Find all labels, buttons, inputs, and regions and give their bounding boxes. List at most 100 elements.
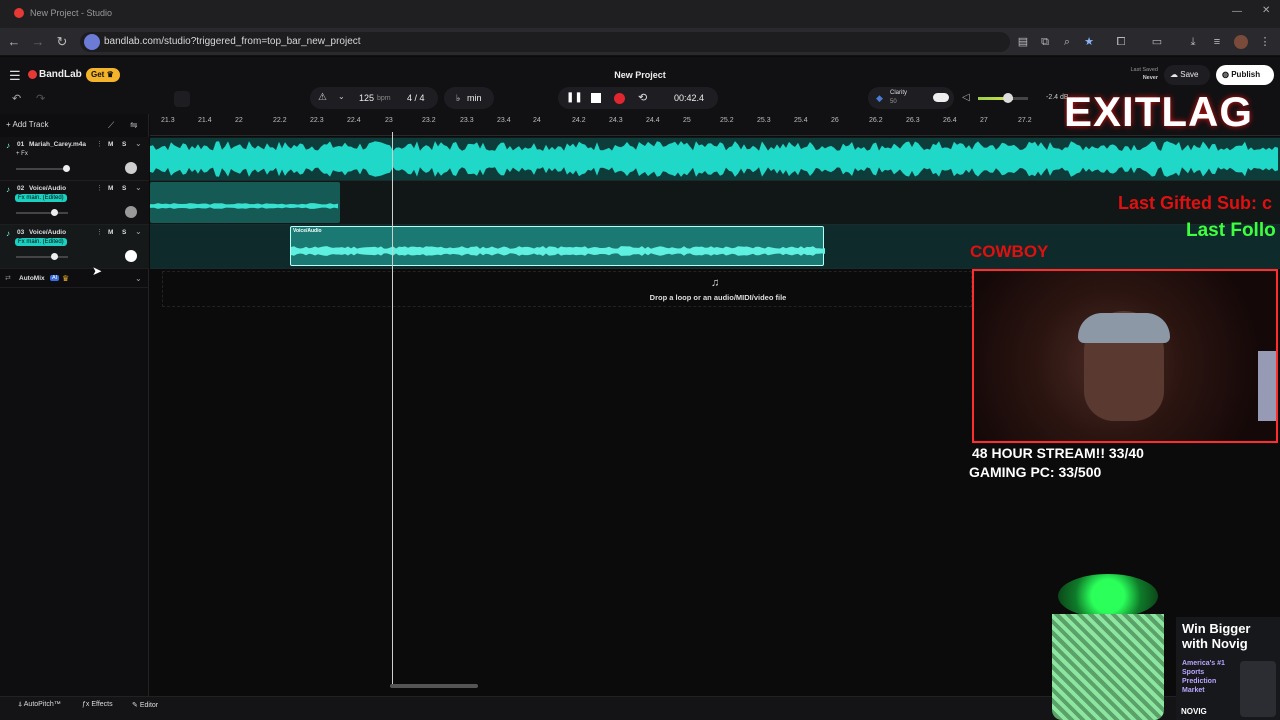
mute-button[interactable]: M [108,185,113,192]
horizontal-scrollbar[interactable] [390,684,478,688]
stop-button[interactable] [591,93,601,103]
browser-tab-title[interactable]: New Project - Studio [30,8,112,18]
bookmark-star-icon[interactable]: ★ [1082,35,1096,49]
phone-mockup-icon [1240,661,1276,717]
track-name[interactable]: Voice/Audio [29,185,66,192]
solo-button[interactable]: S [122,141,126,148]
undo-icon[interactable]: ↶ [12,92,21,105]
bucket-body-icon [1052,614,1164,720]
ruler-tick-label: 26.4 [943,117,957,124]
project-title[interactable]: New Project [600,70,680,80]
time-signature[interactable]: 4 / 4 [407,93,425,103]
publish-button[interactable]: ◍ Publish [1216,65,1274,85]
playhead[interactable] [392,132,393,688]
screen-cast-icon[interactable]: ⧉ [1038,35,1052,49]
browser-tab-bar: New Project - Studio — ✕ [0,0,1280,28]
browser-menu-icon[interactable]: ⋮ [1258,35,1272,49]
url-text[interactable]: bandlab.com/studio?triggered_from=top_ba… [104,36,361,47]
ruler-tick-label: 25.4 [794,117,808,124]
minimize-icon[interactable]: — [1232,6,1242,17]
reload-icon[interactable]: ↻ [54,34,70,50]
ruler-tick-label: 25.2 [720,117,734,124]
track-name[interactable]: Mariah_Carey.m4a [29,141,86,148]
chevron-down-icon[interactable]: ⌄ [135,227,142,236]
tool-icon[interactable] [174,91,190,107]
get-label: Get [91,70,105,79]
hamburger-menu-icon[interactable]: ☰ [9,68,21,84]
site-info-icon[interactable] [84,34,100,50]
loop-button[interactable]: ⟲ [638,91,647,104]
redo-icon[interactable]: ↷ [36,92,45,105]
track-name[interactable]: Voice/Audio [29,229,66,236]
volume-slider[interactable] [16,256,68,258]
download-icon[interactable]: ⤓ [1186,35,1200,49]
clarity-value: 50 [890,99,897,105]
add-track-button[interactable]: + Add Track [6,120,48,129]
clarity-toggle[interactable] [933,93,949,102]
track-header-3[interactable]: ♪ 03 Voice/Audio Fx main. (Edited) ⋮ M S… [0,225,149,269]
solo-button[interactable]: S [122,185,126,192]
chevron-down-icon[interactable]: ⌄ [135,274,142,283]
chevron-down-icon[interactable]: ⌄ [135,139,142,148]
ruler-tick-label: 22.3 [310,117,324,124]
zoom-icon[interactable]: ⌕ [1060,35,1074,49]
pan-knob[interactable] [125,206,137,218]
close-window-icon[interactable]: ✕ [1262,5,1270,16]
autopitch-button[interactable]: ⍋ AutoPitch™ [18,701,61,709]
audio-clip-3[interactable]: Voice/Audio [290,226,825,266]
reader-icon[interactable]: ▤ [1016,35,1030,49]
record-button[interactable] [614,93,625,104]
audio-clip-1[interactable] [150,138,1280,180]
profile-avatar[interactable] [1234,35,1248,49]
chevron-down-icon[interactable]: ⌄ [135,183,142,192]
pan-knob[interactable] [125,250,137,262]
volume-handle[interactable] [51,209,58,216]
pause-button[interactable]: ❚❚ [566,92,583,103]
track-settings-icon[interactable]: ⇋ [130,120,138,131]
ruler-tick-label: 26.2 [869,117,883,124]
mute-button[interactable]: M [108,229,113,236]
pan-knob[interactable] [125,162,137,174]
mute-button[interactable]: M [108,141,113,148]
extensions-icon[interactable]: ⧠ [1114,35,1128,49]
ruler-tick-label: 25.3 [757,117,771,124]
add-fx-button[interactable]: + Fx [16,151,28,157]
master-volume-knob[interactable] [1003,93,1013,103]
more-options-icon[interactable]: ⋮ [96,228,103,236]
track-header-1[interactable]: ♪ 01 Mariah_Carey.m4a + Fx ⋮ M S ⌄ [0,137,149,181]
speaker-icon[interactable]: ◁ [962,92,970,103]
audio-clip-2[interactable] [150,182,340,223]
last-gifted-sub: Last Gifted Sub: c [1118,193,1273,213]
metronome-icon[interactable]: ⚠ [318,92,327,103]
waveform-3 [291,246,825,256]
fx-preset-badge[interactable]: Fx main. (Edited) [15,194,67,202]
track-header-2[interactable]: ♪ 02 Voice/Audio Fx main. (Edited) ⋮ M S… [0,181,149,225]
webcam-screen [1258,351,1276,421]
time-display: 00:42.4 [674,93,705,103]
volume-handle[interactable] [63,165,70,172]
save-button[interactable]: ☁ Save [1164,65,1210,85]
solo-button[interactable]: S [122,229,126,236]
volume-slider[interactable] [16,212,68,214]
more-options-icon[interactable]: ⋮ [96,140,103,148]
get-membership-button[interactable]: Get ♛ [86,68,120,82]
forward-icon[interactable]: → [30,34,46,50]
brand-name[interactable]: BandLab [39,69,82,80]
volume-slider[interactable] [16,168,68,170]
chevron-down-icon[interactable]: ⌄ [338,92,345,101]
ruler-tick-label: 22 [235,117,243,124]
media-icon[interactable]: ≡ [1210,35,1224,49]
crown-icon: ♛ [62,274,70,283]
back-icon[interactable]: ← [6,34,22,50]
effects-button[interactable]: ƒx Effects [82,701,113,708]
sidebar-icon[interactable]: ▭ [1150,35,1164,49]
editor-button[interactable]: ✎ Editor [132,701,158,709]
waveform-2 [150,203,338,209]
tuner-icon[interactable]: ⟋ [108,120,114,131]
waveform-1 [150,138,1280,180]
tempo-value[interactable]: 125 [359,93,374,103]
fx-preset-badge[interactable]: Fx main. (Edited) [15,238,67,246]
key-value: min [467,93,482,103]
more-options-icon[interactable]: ⋮ [96,184,103,192]
volume-handle[interactable] [51,253,58,260]
